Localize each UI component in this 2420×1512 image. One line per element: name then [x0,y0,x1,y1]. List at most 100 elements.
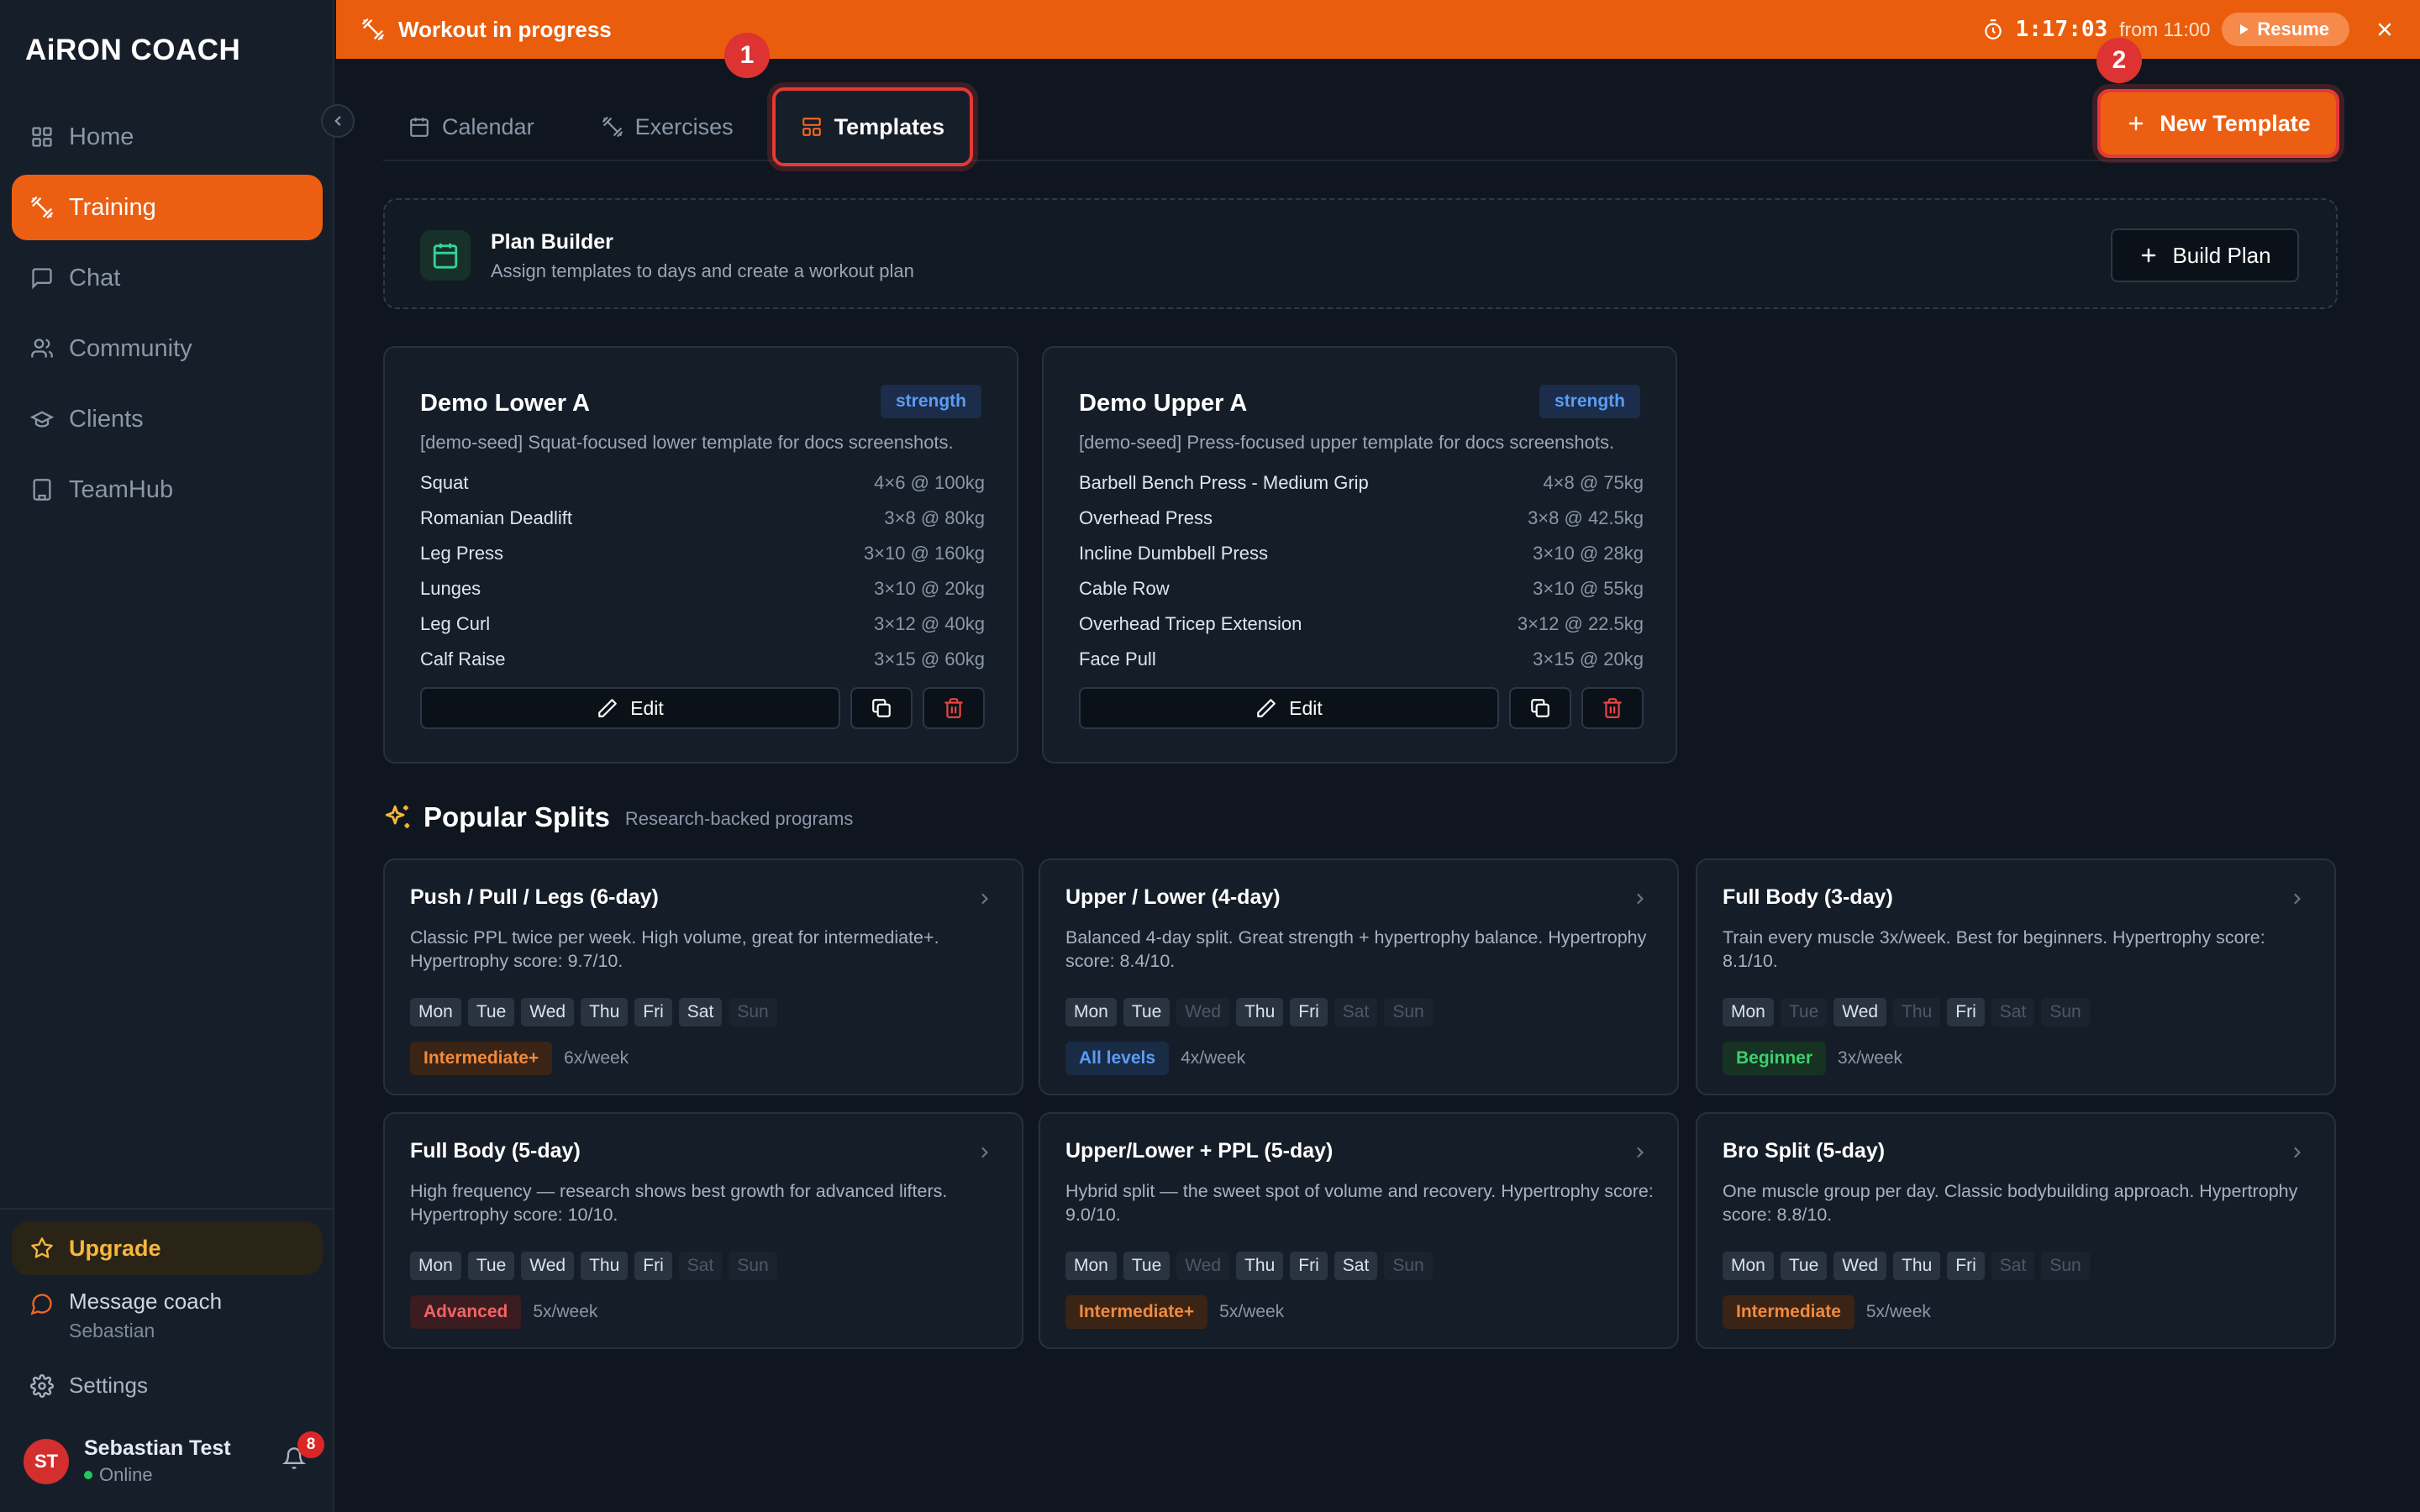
exercise-row: Squat 4×6 @ 100kg [420,465,985,501]
exercise-scheme: 3×8 @ 42.5kg [1528,507,1644,528]
layout-icon [802,118,821,136]
settings-label: Settings [69,1373,148,1398]
users-icon [31,339,53,358]
split-days: Mon Tue Wed Thu Fri Sat Sun [1723,1252,2090,1280]
chevron-right-icon [1632,1144,1649,1161]
delete-template-button[interactable] [1581,687,1644,729]
build-plan-button[interactable]: Build Plan [2111,228,2299,282]
duplicate-template-button[interactable] [850,687,913,729]
user-name: Sebastian Test [84,1436,231,1460]
split-description: One muscle group per day. Classic bodybu… [1723,1181,2298,1225]
avatar: ST [24,1438,69,1484]
sidebar-item-community[interactable]: Community [12,316,323,381]
day-chip: Tue [467,998,515,1026]
message-coach-button[interactable]: Message coach Sebastian [30,1289,222,1342]
tab-templates[interactable]: Templates [771,87,974,166]
exercise-scheme: 3×12 @ 22.5kg [1517,613,1644,634]
user-status: Online [84,1464,231,1486]
online-dot [84,1471,92,1479]
split-days: Mon Tue Wed Thu Fri Sat Sun [1065,998,1433,1026]
delete-template-button[interactable] [923,687,985,729]
upgrade-button[interactable]: Upgrade [12,1221,323,1275]
play-icon [2240,24,2249,34]
day-chip: Thu [1236,998,1284,1026]
tab-label: Exercises [634,113,734,139]
split-card[interactable]: Upper/Lower + PPL (5-day) Hybrid split — … [1039,1112,1679,1349]
split-footer: Intermediate 5x/week [1723,1295,1931,1329]
edit-template-button[interactable]: Edit [420,687,840,729]
tab-exercises[interactable]: Exercises [576,91,759,163]
template-description: [demo-seed] Squat-focused lower template… [420,432,954,453]
split-card[interactable]: Full Body (5-day) High frequency — resear… [383,1112,1023,1349]
sidebar-item-clients[interactable]: Clients [12,386,323,452]
day-chip: Mon [410,998,461,1026]
split-frequency: 3x/week [1838,1048,1903,1068]
day-chip: Sun [1384,998,1433,1026]
new-template-button[interactable]: New Template [2097,89,2339,158]
day-chip: Thu [581,1252,629,1280]
day-chip: Fri [1290,1252,1328,1280]
sidebar-item-chat[interactable]: Chat [12,245,323,311]
copy-icon [872,699,891,717]
copy-icon [1531,699,1549,717]
dumbbell-icon [362,18,384,40]
resume-button[interactable]: Resume [2222,13,2349,46]
plus-icon [2128,116,2144,131]
sidebar-item-training[interactable]: Training [12,175,323,240]
pencil-icon [1257,699,1276,717]
tab-calendar[interactable]: Calendar [383,91,560,163]
exercise-row: Face Pull 3×15 @ 20kg [1079,642,1644,677]
day-chip: Sat [1991,1252,2035,1280]
split-description: High frequency — research shows best gro… [410,1181,948,1225]
exercise-name: Overhead Tricep Extension [1079,613,1302,634]
day-chip: Sat [678,1252,723,1280]
close-icon[interactable] [2375,19,2395,39]
sidebar-item-home[interactable]: Home [12,104,323,170]
split-frequency: 5x/week [1865,1302,1931,1321]
template-card: Demo Lower A strength [demo-seed] Squat-… [383,346,1018,764]
sidebar-item-teamhub[interactable]: TeamHub [12,457,323,522]
user-status-label: Online [99,1464,153,1485]
chevron-right-icon [1632,890,1649,907]
split-frequency: 5x/week [1219,1302,1285,1321]
duplicate-template-button[interactable] [1509,687,1571,729]
level-badge: Beginner [1723,1042,1827,1075]
sidebar-collapse-button[interactable] [321,104,355,138]
training-tabs: Calendar Exercises Templates [383,87,974,166]
sidebar-item-label: Community [69,334,192,362]
split-card[interactable]: Upper / Lower (4-day) Balanced 4-day spli… [1039,858,1679,1095]
day-chip: Mon [1065,1252,1117,1280]
sidebar-item-label: TeamHub [69,475,174,503]
settings-button[interactable]: Settings [30,1373,148,1399]
split-description: Hybrid split — the sweet spot of volume … [1065,1181,1654,1225]
workout-start-time: from 11:00 [2119,18,2211,40]
exercise-row: Overhead Tricep Extension 3×12 @ 22.5kg [1079,606,1644,642]
day-chip: Wed [1176,998,1230,1026]
exercise-name: Squat [420,472,469,493]
split-card[interactable]: Bro Split (5-day) One muscle group per da… [1696,1112,2336,1349]
plan-builder-panel: Plan Builder Assign templates to days an… [383,198,2338,309]
split-frequency: 5x/week [533,1302,598,1321]
build-plan-label: Build Plan [2172,242,2271,268]
app-logo[interactable]: AiRON COACH [25,32,240,69]
exercise-list: Squat 4×6 @ 100kg Romanian Deadlift 3×8 @ … [420,465,985,677]
split-card[interactable]: Full Body (3-day) Train every muscle 3x/w… [1696,858,2336,1095]
edit-template-button[interactable]: Edit [1079,687,1499,729]
exercise-scheme: 3×8 @ 80kg [884,507,985,528]
dumbbell-icon [602,117,623,137]
exercise-scheme: 3×10 @ 160kg [863,543,985,564]
gear-icon [30,1373,54,1398]
day-chip: Sat [1334,1252,1378,1280]
split-footer: Intermediate+ 5x/week [1065,1295,1284,1329]
split-card[interactable]: Push / Pull / Legs (6-day) Classic PPL tw… [383,858,1023,1095]
day-chip: Tue [1123,1252,1171,1280]
day-chip: Mon [1065,998,1117,1026]
calendar-icon [410,118,429,137]
exercise-scheme: 3×15 @ 20kg [1533,648,1644,669]
split-footer: All levels 4x/week [1065,1042,1245,1075]
split-footer: Advanced 5x/week [410,1295,597,1329]
sidebar-divider [0,1208,334,1210]
user-profile[interactable]: ST Sebastian Test Online [24,1436,231,1486]
day-chip: Mon [410,1252,461,1280]
sidebar-item-label: Training [69,193,156,221]
